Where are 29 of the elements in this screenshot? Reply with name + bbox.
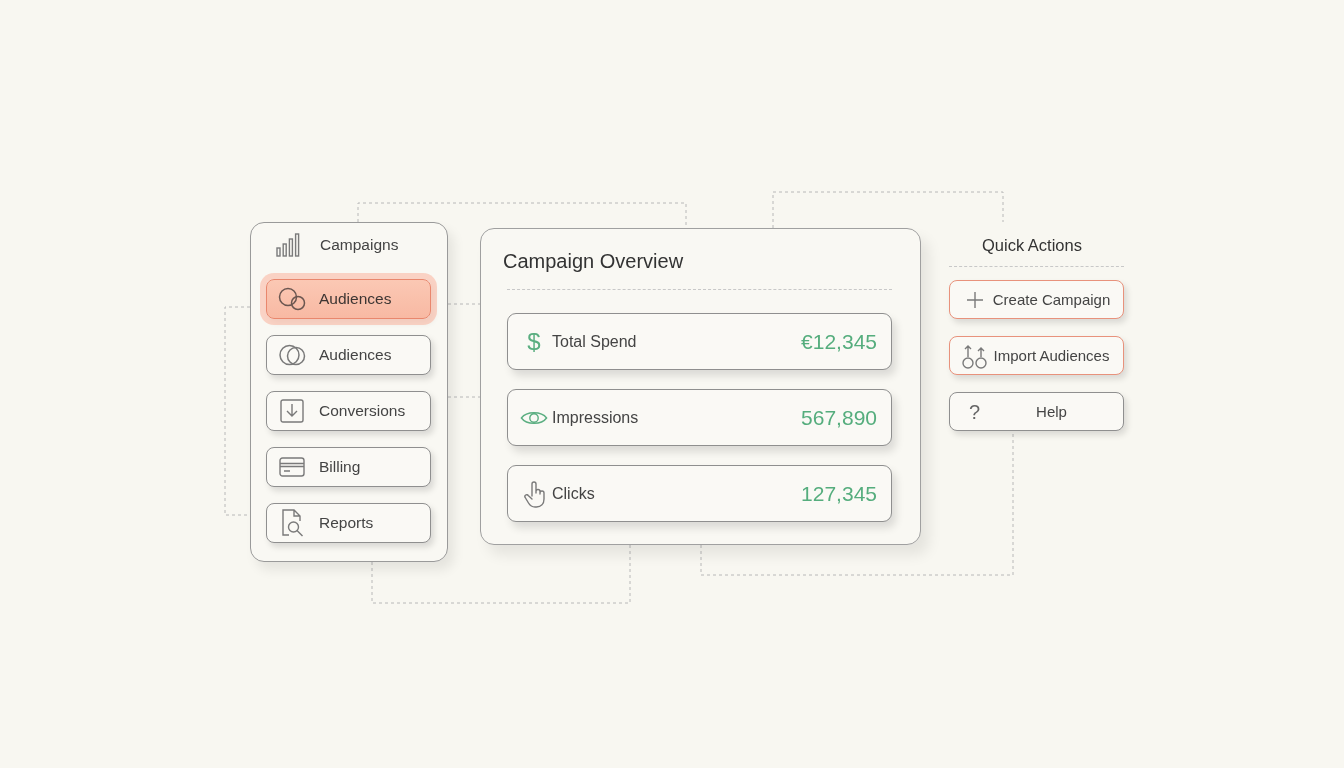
action-button[interactable]: ? Help bbox=[949, 392, 1124, 431]
dashed-connector bbox=[447, 396, 481, 398]
sidebar-item[interactable]: Audiences bbox=[266, 279, 431, 319]
sidebar-item[interactable]: Conversions bbox=[266, 391, 431, 431]
credit-card-icon bbox=[279, 457, 305, 477]
overlapping-circles-icon bbox=[278, 287, 306, 311]
overlapping-circles-icon bbox=[278, 343, 306, 367]
metric-label: Impressions bbox=[551, 408, 640, 427]
metric-value: 567,890 bbox=[801, 405, 877, 430]
question-icon: ? bbox=[968, 399, 981, 424]
action-button[interactable]: Import Audiences bbox=[949, 336, 1124, 375]
card-title: Campaign Overview bbox=[503, 249, 685, 273]
action-button[interactable]: Create Campaign bbox=[949, 280, 1124, 319]
metric-value: 127,345 bbox=[801, 481, 877, 506]
arrow-down-box-icon bbox=[280, 399, 304, 423]
sidebar-item[interactable]: Reports bbox=[266, 503, 431, 543]
metric-label: Clicks bbox=[551, 484, 596, 503]
section-heading: Quick Actions bbox=[981, 235, 1083, 255]
dashed-connector bbox=[447, 303, 481, 305]
sidebar-title: Campaigns bbox=[320, 236, 399, 254]
sidebar-item[interactable]: Audiences bbox=[266, 335, 431, 375]
document-search-icon bbox=[280, 509, 304, 537]
bar-chart-icon bbox=[276, 233, 300, 257]
dollar-icon: $ bbox=[527, 327, 541, 356]
pointing-hand-icon bbox=[522, 479, 546, 508]
plus-icon bbox=[965, 290, 984, 309]
metric-value: €12,345 bbox=[801, 329, 877, 354]
sidebar-item[interactable]: Billing bbox=[266, 447, 431, 487]
metric-label: Total Spend bbox=[551, 332, 638, 351]
